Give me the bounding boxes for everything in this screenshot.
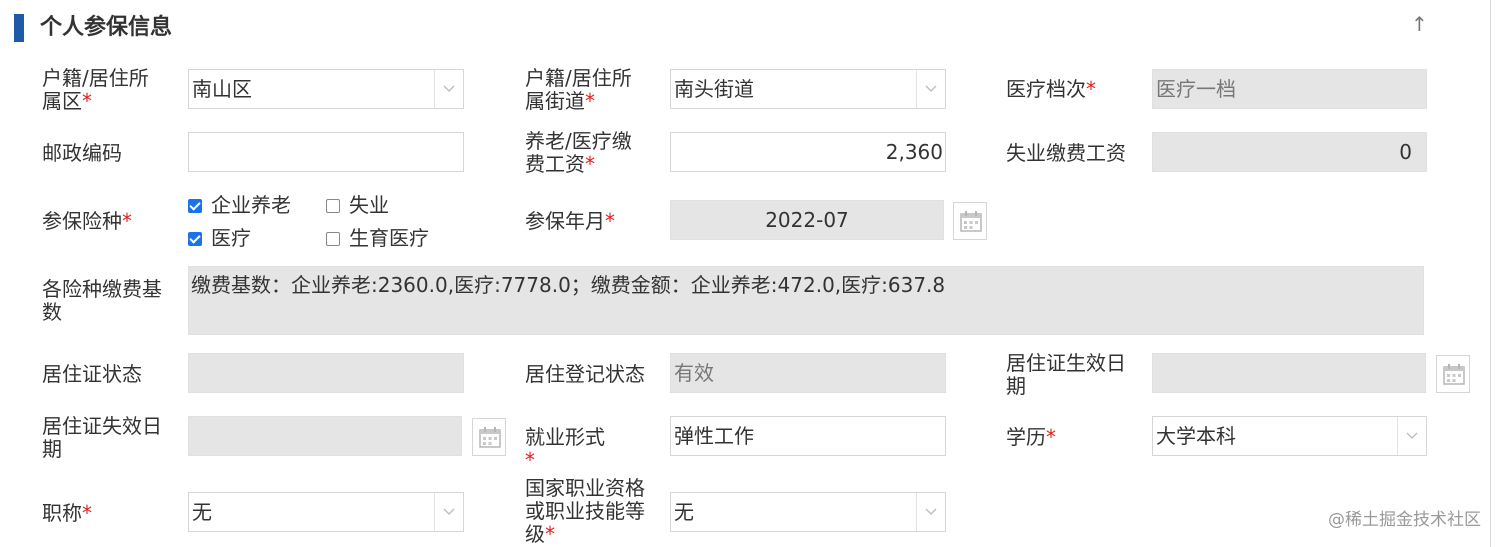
label-shiye-gongzi: 失业缴费工资 <box>1006 141 1126 165</box>
label-zhicheng: 职称* <box>42 501 92 525</box>
label-huji-qu: 户籍/居住所属区* <box>42 66 149 113</box>
yiliao-dangci-field: 医疗一档 <box>1152 69 1427 109</box>
calendar-button[interactable] <box>953 202 987 240</box>
huji-jiedao-value: 南头街道 <box>674 77 754 101</box>
title-select[interactable]: 无 <box>188 492 464 532</box>
label-xueli: 学历* <box>1006 425 1056 449</box>
collapse-arrow-icon[interactable]: ↑ <box>1411 12 1428 36</box>
qualification-select[interactable]: 无 <box>670 492 946 532</box>
chevron-down-icon <box>916 70 945 108</box>
chevron-down-icon <box>434 493 463 531</box>
checkbox-checked-icon <box>188 232 202 246</box>
employment-form-input[interactable]: 弹性工作 <box>670 416 946 456</box>
section-accent-bar <box>14 14 24 42</box>
label-jiuye-xingshi: 就业形式 * <box>525 425 605 472</box>
chevron-down-icon <box>1397 417 1426 455</box>
checkbox-unchecked-icon <box>326 232 340 246</box>
canbao-nianyue-field: 2022-07 <box>670 200 944 240</box>
label-juzhu-dengji: 居住登记状态 <box>525 362 645 386</box>
huji-qu-select[interactable]: 南山区 <box>188 69 464 109</box>
label-juzhuzheng-shixiao: 居住证失效日期 <box>42 414 162 461</box>
label-canbao-nianyue: 参保年月* <box>525 209 615 233</box>
section-title: 个人参保信息 <box>40 15 173 40</box>
checkbox-qiye-yanglao[interactable]: 企业养老 <box>188 193 291 217</box>
label-jiaofei-jishu: 各险种缴费基数 <box>42 277 162 324</box>
permit-effective-date-field <box>1152 353 1426 393</box>
calendar-button[interactable] <box>472 418 506 456</box>
pension-wage-input[interactable]: 2,360 <box>670 132 946 172</box>
residence-permit-status-field <box>188 353 464 393</box>
chevron-down-icon <box>916 493 945 531</box>
label-yanglao-gongzi: 养老/医疗缴费工资* <box>525 129 632 176</box>
calendar-icon <box>479 427 501 448</box>
permit-expiry-date-field <box>188 416 462 456</box>
label-huji-jiedao: 户籍/居住所属街道* <box>525 66 632 113</box>
postal-code-input[interactable] <box>188 132 464 172</box>
contribution-base-textarea: 缴费基数：企业养老:2360.0,医疗:7778.0；缴费金额：企业养老:472… <box>188 266 1424 335</box>
watermark-text: @稀土掘金技术社区 <box>1328 510 1481 530</box>
label-canbao-xianzhong: 参保险种* <box>42 209 132 233</box>
checkbox-shengyu-yiliao[interactable]: 生育医疗 <box>326 226 429 250</box>
calendar-button[interactable] <box>1436 355 1470 393</box>
label-zhiye-zige: 国家职业资格或职业技能等级* <box>525 476 645 546</box>
checkbox-checked-icon <box>188 199 202 213</box>
label-yiliao-dangci: 医疗档次* <box>1006 77 1096 101</box>
unemployment-wage-field: 0 <box>1152 132 1427 172</box>
qualification-value: 无 <box>674 500 694 524</box>
label-juzhuzheng-zhuangtai: 居住证状态 <box>42 362 142 386</box>
huji-jiedao-select[interactable]: 南头街道 <box>670 69 946 109</box>
title-value: 无 <box>192 500 212 524</box>
education-select[interactable]: 大学本科 <box>1152 416 1427 456</box>
label-juzhuzheng-shengxiao: 居住证生效日期 <box>1006 351 1126 398</box>
label-youzheng: 邮政编码 <box>42 141 122 165</box>
huji-qu-value: 南山区 <box>192 77 252 101</box>
education-value: 大学本科 <box>1156 424 1236 448</box>
chevron-down-icon <box>434 70 463 108</box>
checkbox-shiye[interactable]: 失业 <box>326 193 389 217</box>
residence-registration-field: 有效 <box>670 353 946 393</box>
checkbox-unchecked-icon <box>326 199 340 213</box>
checkbox-yiliao[interactable]: 医疗 <box>188 226 251 250</box>
calendar-icon <box>960 211 982 232</box>
calendar-icon <box>1443 364 1465 385</box>
